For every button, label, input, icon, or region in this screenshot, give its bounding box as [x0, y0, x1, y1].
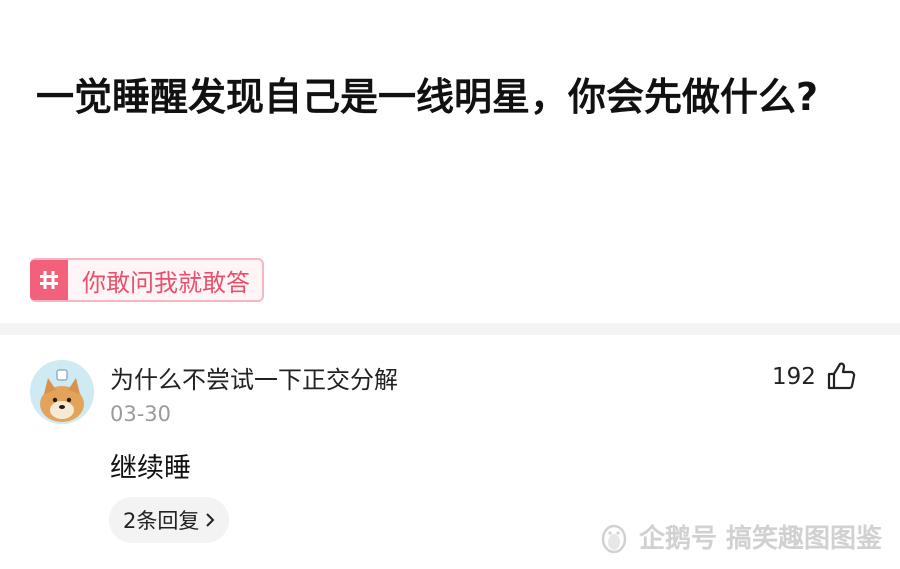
question-title: 一觉睡醒发现自己是一线明星，你会先做什么? — [36, 75, 819, 119]
topic-tag[interactable]: 你敢问我就敢答 — [30, 258, 264, 302]
penguin-logo-icon — [601, 524, 627, 553]
topic-tag-label: 你敢问我就敢答 — [82, 268, 250, 297]
chevron-right-icon — [206, 513, 215, 527]
avatar[interactable] — [30, 360, 94, 424]
view-replies-button[interactable]: 2条回复 — [109, 497, 230, 543]
section-divider — [0, 323, 900, 335]
thumbs-up-icon[interactable] — [825, 360, 857, 392]
hashtag-icon — [30, 260, 68, 300]
question-page: 一觉睡醒发现自己是一线明星，你会先做什么? 你敢问我就敢答 为什么不尝试一下正交… — [0, 0, 900, 569]
watermark: 企鹅号 搞笑趣图图鉴 — [597, 518, 882, 555]
watermark-text: 企鹅号 搞笑趣图图鉴 — [638, 524, 882, 554]
replies-label: 2条回复 — [123, 509, 200, 533]
comment-username[interactable]: 为什么不尝试一下正交分解 — [110, 360, 398, 395]
comment-body: 继续睡 — [110, 453, 191, 484]
comment-date: 03-30 — [110, 402, 172, 426]
like-count: 192 — [772, 364, 816, 390]
